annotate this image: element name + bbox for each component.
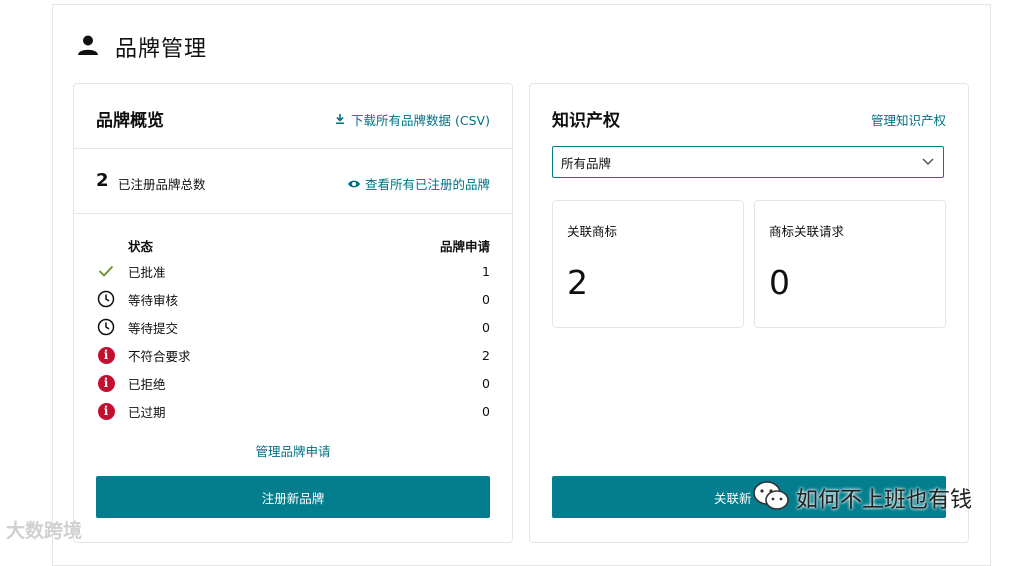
page-header: 品牌管理 (77, 31, 207, 63)
total-brands-label: 已注册品牌总数 (118, 177, 206, 192)
clock-icon (96, 289, 116, 309)
download-csv-label: 下载所有品牌数据 (CSV) (351, 113, 490, 128)
status-row-not-compliant: i 不符合要求 2 (96, 345, 490, 365)
site-watermark: 大数跨境 (6, 516, 82, 543)
trademark-requests-value: 0 (769, 263, 790, 302)
link-trademark-label: 关联新 (714, 491, 752, 506)
status-count: 0 (482, 291, 490, 307)
download-csv-link[interactable]: 下载所有品牌数据 (CSV) (334, 110, 490, 129)
download-icon (334, 110, 346, 129)
status-row-approved: 已批准 1 (96, 261, 490, 281)
info-icon: i (96, 345, 116, 365)
status-count: 2 (482, 347, 490, 363)
status-label: 等待提交 (128, 320, 179, 336)
trademark-requests-tile: 商标关联请求 0 (754, 200, 946, 328)
status-row-pending-submission: 等待提交 0 (96, 317, 490, 337)
chevron-down-icon (921, 154, 935, 171)
status-count: 0 (482, 403, 490, 419)
brand-overview-card: 品牌概览 下载所有品牌数据 (CSV) 2 已注册品牌总数 查看所有已注册的品牌… (73, 83, 513, 543)
applications-column-header: 品牌申请 (439, 239, 490, 254)
view-brands-label: 查看所有已注册的品牌 (364, 177, 490, 192)
status-row-pending-review: 等待审核 0 (96, 289, 490, 309)
status-row-expired: i 已过期 0 (96, 401, 490, 421)
wechat-icon (752, 480, 790, 516)
trademark-requests-label: 商标关联请求 (769, 224, 845, 239)
linked-trademarks-label: 关联商标 (567, 224, 618, 239)
divider (74, 148, 512, 149)
status-label: 已拒绝 (128, 376, 166, 392)
status-label: 等待审核 (128, 292, 179, 308)
site-watermark-text: 大数跨境 (6, 520, 83, 542)
divider (74, 213, 512, 214)
manage-applications-link[interactable]: 管理品牌申请 (74, 441, 512, 460)
status-count: 0 (482, 319, 490, 335)
clock-icon (96, 317, 116, 337)
status-label: 已过期 (128, 404, 166, 420)
status-label: 已批准 (128, 264, 166, 280)
status-column-header: 状态 (128, 239, 154, 254)
status-count: 0 (482, 375, 490, 391)
linked-trademarks-value: 2 (567, 263, 588, 302)
register-brand-button[interactable]: 注册新品牌 (96, 476, 490, 518)
status-count: 1 (482, 263, 490, 279)
linked-trademarks-tile: 关联商标 2 (552, 200, 744, 328)
info-icon: i (96, 401, 116, 421)
manage-ip-link[interactable]: 管理知识产权 (871, 110, 946, 129)
page-title: 品牌管理 (115, 37, 208, 62)
total-brands-count: 2 (96, 170, 109, 191)
info-icon: i (96, 373, 116, 393)
overview-title: 品牌概览 (96, 111, 164, 131)
view-brands-link[interactable]: 查看所有已注册的品牌 (347, 174, 490, 193)
wechat-watermark: 如何不上班也有钱 (752, 480, 972, 516)
check-icon (96, 261, 116, 281)
eye-icon (347, 174, 361, 193)
intellectual-property-card: 知识产权 管理知识产权 所有品牌 关联商标 2 商标关联请求 0 关联新 (529, 83, 969, 543)
status-row-rejected: i 已拒绝 0 (96, 373, 490, 393)
brand-select-value: 所有品牌 (561, 155, 612, 171)
user-icon (77, 34, 99, 60)
wechat-watermark-text: 如何不上班也有钱 (796, 488, 973, 513)
brand-select[interactable]: 所有品牌 (552, 146, 944, 178)
ip-title: 知识产权 (552, 111, 620, 131)
status-label: 不符合要求 (128, 348, 191, 364)
